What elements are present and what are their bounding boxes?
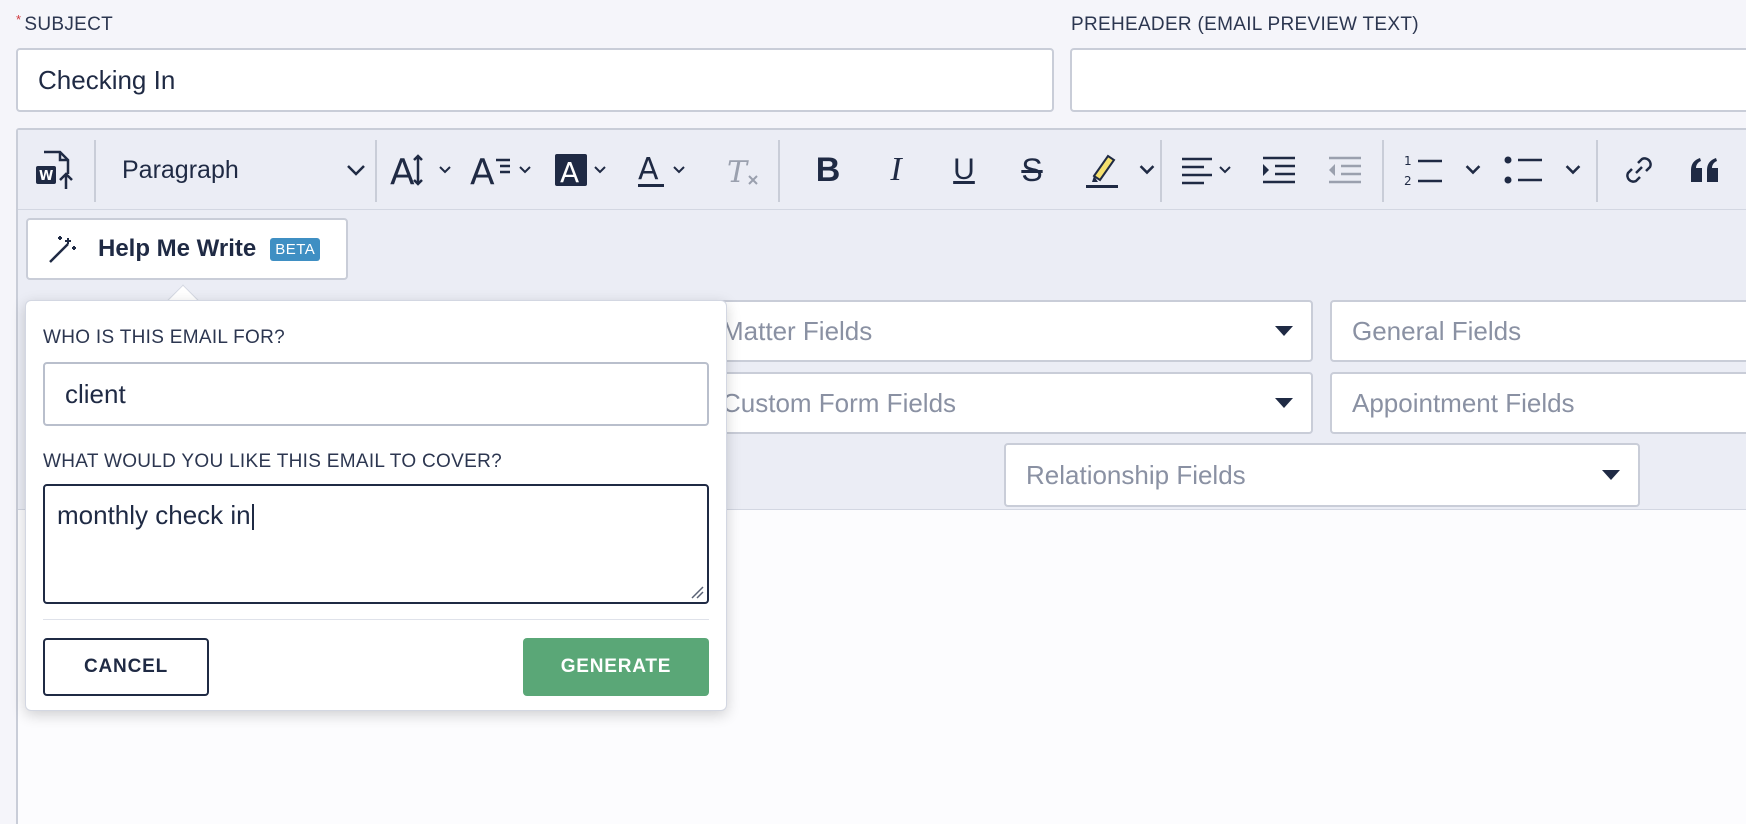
beta-badge: BETA [270, 237, 321, 261]
popover-divider [43, 619, 709, 620]
link-button[interactable] [1614, 130, 1664, 210]
toolbar-separator [1382, 140, 1384, 202]
chevron-down-icon [347, 165, 365, 176]
cover-textarea[interactable]: monthly check in [43, 484, 709, 604]
highlight-icon [1086, 154, 1118, 188]
font-color-button[interactable]: A [628, 130, 694, 210]
preheader-label: PREHEADER (EMAIL PREVIEW TEXT) [1071, 14, 1419, 35]
font-size-button[interactable]: A [388, 130, 454, 210]
numbered-list-button[interactable]: 12 [1398, 130, 1488, 210]
import-word-icon: W [36, 150, 73, 189]
subject-label: * SUBJECT [16, 12, 114, 35]
text-cursor [251, 504, 254, 531]
generate-button[interactable]: GENERATE [523, 638, 709, 696]
bold-button[interactable]: B [808, 130, 848, 210]
underline-button[interactable]: U [944, 130, 984, 210]
toolbar-separator [94, 140, 96, 202]
blockquote-icon [1691, 158, 1718, 182]
outdent-button[interactable] [1254, 130, 1304, 210]
svg-text:1: 1 [1404, 154, 1412, 168]
align-left-icon [1182, 157, 1212, 185]
svg-text:T: T [727, 155, 749, 188]
chevron-down-icon [1219, 166, 1231, 174]
paragraph-style-select[interactable]: Paragraph [108, 130, 378, 210]
help-me-write-popover: WHO IS THIS EMAIL FOR? client WHAT WOULD… [25, 300, 727, 711]
toolbar-separator [1160, 140, 1162, 202]
align-button[interactable] [1176, 130, 1236, 210]
editor-toolbar: W Paragraph A A A A T B I U S 1 2 [18, 130, 1746, 210]
general-fields-select[interactable]: General Fields [1330, 300, 1746, 362]
italic-icon: I [890, 151, 902, 188]
indent-button[interactable] [1320, 130, 1370, 210]
chevron-down-icon [1465, 165, 1481, 175]
chevron-down-icon [1565, 165, 1581, 175]
resize-handle-icon[interactable] [690, 585, 704, 599]
toolbar-separator [778, 140, 780, 202]
import-word-button[interactable]: W [30, 130, 80, 210]
font-background-color-icon: A [555, 154, 587, 188]
who-label: WHO IS THIS EMAIL FOR? [43, 327, 286, 348]
remove-format-button[interactable]: T [718, 130, 768, 210]
numbered-list-icon: 12 [1404, 154, 1442, 187]
font-size-icon: A [390, 152, 423, 190]
dropdown-arrow-icon [1602, 470, 1620, 480]
font-color-icon: A [638, 152, 664, 187]
underline-icon: U [953, 153, 975, 186]
bold-icon: B [815, 150, 841, 189]
indent-icon [1329, 156, 1361, 184]
magic-wand-icon [49, 236, 76, 263]
font-family-icon: A [470, 152, 510, 190]
custom-form-fields-select[interactable]: Custom Form Fields [640, 372, 1313, 434]
strikethrough-button[interactable]: S [1012, 130, 1052, 210]
cancel-button[interactable]: CANCEL [43, 638, 209, 696]
help-me-write-button[interactable]: Help Me Write BETA [26, 218, 348, 280]
outdent-icon [1263, 156, 1295, 184]
remove-format-icon: T [727, 155, 758, 188]
chevron-down-icon [439, 166, 451, 174]
toolbar-separator [1596, 140, 1598, 202]
svg-text:A: A [638, 152, 659, 187]
chevron-down-icon [594, 166, 606, 174]
matter-fields-select[interactable]: Matter Fields [640, 300, 1313, 362]
required-asterisk: * [16, 12, 22, 27]
svg-text:2: 2 [1404, 174, 1412, 187]
appointment-fields-select[interactable]: Appointment Fields [1330, 372, 1746, 434]
svg-text:A: A [470, 152, 495, 190]
relationship-fields-select[interactable]: Relationship Fields [1004, 443, 1640, 507]
dropdown-arrow-icon [1275, 398, 1293, 408]
svg-text:A: A [560, 156, 579, 188]
italic-button[interactable]: I [876, 130, 916, 210]
chevron-down-icon [519, 166, 531, 174]
subject-input[interactable]: Checking In [16, 48, 1054, 112]
font-background-color-button[interactable]: A [548, 130, 614, 210]
chevron-down-icon [673, 166, 685, 174]
strikethrough-icon: S [1021, 151, 1043, 188]
svg-text:A: A [390, 152, 415, 190]
blockquote-button[interactable] [1680, 130, 1730, 210]
bulleted-list-button[interactable] [1498, 130, 1588, 210]
chevron-down-icon [1139, 165, 1155, 175]
dropdown-arrow-icon [1275, 326, 1293, 336]
bulleted-list-icon [1504, 156, 1542, 184]
cover-label: WHAT WOULD YOU LIKE THIS EMAIL TO COVER? [43, 451, 502, 472]
preheader-input[interactable] [1070, 48, 1746, 112]
toolbar-separator [375, 140, 377, 202]
who-input[interactable]: client [43, 362, 709, 426]
link-icon [1626, 157, 1652, 183]
font-family-button[interactable]: A [468, 130, 534, 210]
svg-text:W: W [39, 169, 53, 184]
highlight-button[interactable] [1078, 130, 1160, 210]
